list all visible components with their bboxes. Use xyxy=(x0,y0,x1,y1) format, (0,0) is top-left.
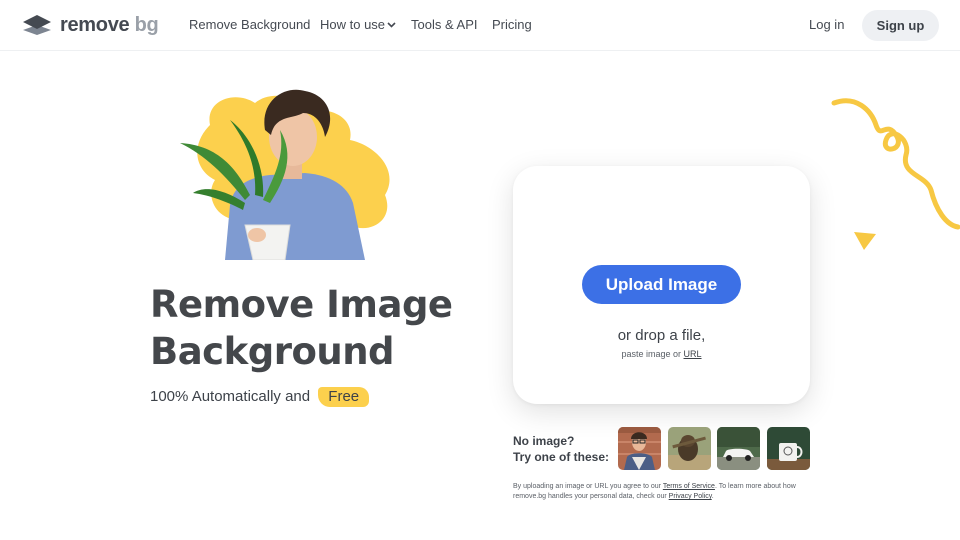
chevron-down-icon xyxy=(387,22,396,28)
nav-pricing[interactable]: Pricing xyxy=(492,17,532,32)
logo-wordmark: remove bg xyxy=(60,13,159,37)
nav-remove-background[interactable]: Remove Background xyxy=(189,17,310,32)
legal-suffix: . xyxy=(711,493,714,500)
page-title: Remove Image Background xyxy=(150,281,453,375)
yellow-triangle-decoration xyxy=(854,232,876,250)
logo-word: remove xyxy=(60,13,130,36)
drop-file-text: or drop a file, xyxy=(617,327,706,344)
logo[interactable]: remove bg xyxy=(22,13,159,37)
sample-prompt-line-2: Try one of these: xyxy=(513,450,610,464)
man-with-glasses-thumbnail xyxy=(618,427,661,470)
terms-of-service-link[interactable]: Terms of Service xyxy=(663,483,715,490)
hero-illustration xyxy=(180,89,390,260)
title-line-1: Remove Image xyxy=(150,283,453,326)
dog-with-stick-thumbnail xyxy=(668,427,711,470)
signup-button[interactable]: Sign up xyxy=(862,10,939,41)
sample-image-man[interactable] xyxy=(618,427,661,470)
nav-how-to-use[interactable]: How to use xyxy=(320,17,396,32)
title-line-2: Background xyxy=(150,330,395,373)
legal-prefix: By uploading an image or URL you agree t… xyxy=(513,483,661,490)
privacy-policy-link[interactable]: Privacy Policy xyxy=(669,493,712,500)
sample-prompt-line-1: No image? xyxy=(513,434,575,448)
legal-notice: By uploading an image or URL you agree t… xyxy=(513,482,813,502)
sample-image-car[interactable] xyxy=(717,427,760,470)
paste-hint: paste image or URL xyxy=(513,349,810,359)
sample-image-mug[interactable] xyxy=(767,427,810,470)
paste-text: paste image or xyxy=(621,349,681,359)
login-link[interactable]: Log in xyxy=(809,17,844,32)
subtitle-text: 100% Automatically and xyxy=(150,388,311,405)
sample-prompt: No image? Try one of these: xyxy=(513,433,609,465)
layers-logo-icon xyxy=(23,15,51,35)
logo-accent: bg xyxy=(134,13,159,36)
top-navigation-bar: remove bg Remove Background How to use T… xyxy=(0,0,960,51)
mug-on-table-thumbnail xyxy=(767,427,810,470)
upload-image-button[interactable]: Upload Image xyxy=(582,265,741,304)
white-car-thumbnail xyxy=(717,427,760,470)
nav-tools-api[interactable]: Tools & API xyxy=(411,17,477,32)
yellow-squiggle-decoration xyxy=(831,98,960,230)
free-badge: Free xyxy=(318,387,370,407)
url-link[interactable]: URL xyxy=(684,349,702,359)
person-hand xyxy=(248,228,266,242)
subtitle: 100% Automatically and Free xyxy=(150,387,370,407)
upload-card[interactable]: Upload Image or drop a file, paste image… xyxy=(513,166,810,404)
nav-how-to-use-label: How to use xyxy=(320,17,386,32)
sample-image-dog[interactable] xyxy=(668,427,711,470)
